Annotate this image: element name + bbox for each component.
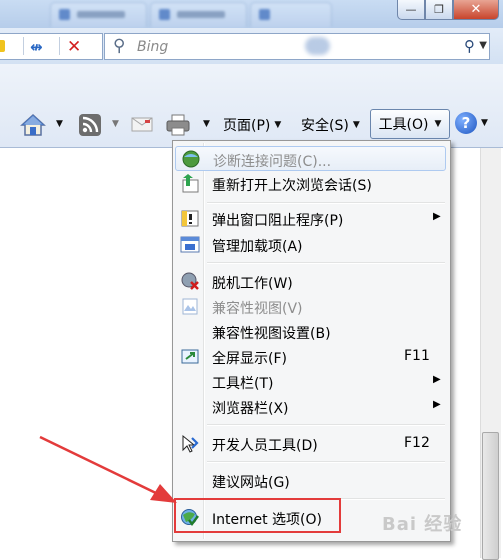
annotation-arrow-icon: [39, 435, 177, 503]
watermark: Bai 经验: [382, 514, 463, 535]
